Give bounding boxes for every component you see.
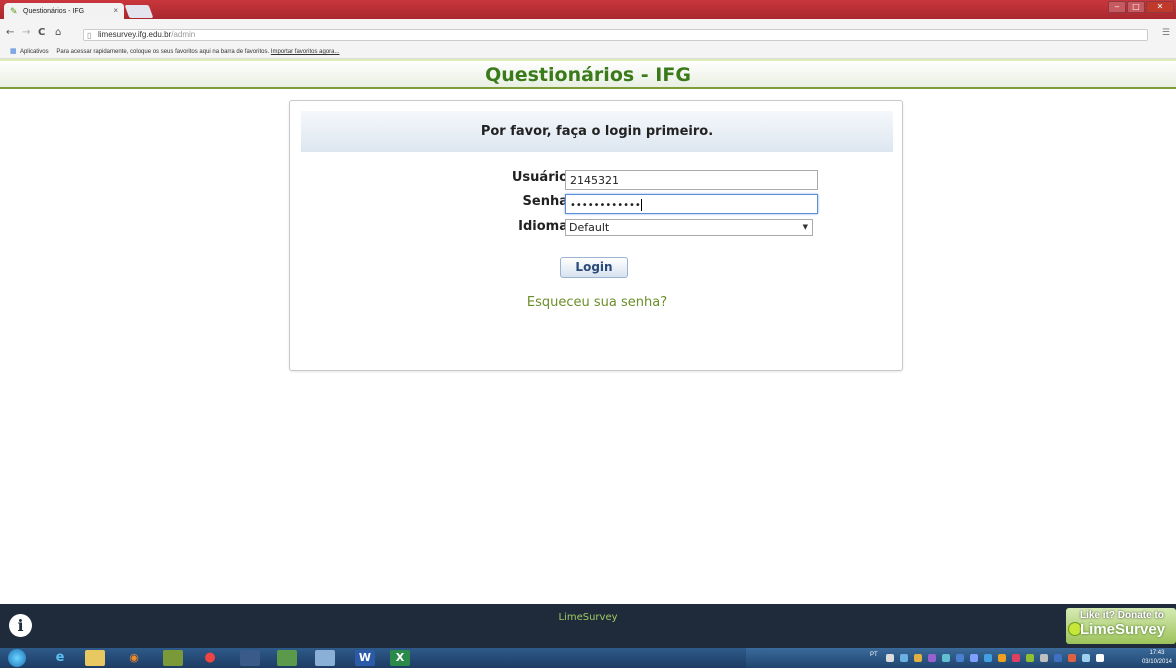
page-icon: ▯ (87, 31, 92, 40)
forgot-password-link[interactable]: Esqueceu sua senha? (290, 295, 904, 310)
close-tab-icon[interactable]: × (113, 6, 118, 15)
tray-icon-13[interactable] (1054, 654, 1062, 662)
window-controls: ‒ □ ✕ (1107, 1, 1174, 13)
username-label: Usuário (511, 170, 568, 185)
app-icon-7[interactable] (277, 650, 297, 666)
close-window-icon[interactable]: ✕ (1146, 1, 1174, 13)
maximize-icon[interactable]: □ (1127, 1, 1145, 13)
donate-line-1: Like it? Donate to (1080, 610, 1164, 621)
app-icon-6[interactable] (240, 650, 260, 666)
bookmarks-hint: Para acessar rapidamente, coloque os seu… (56, 49, 270, 55)
app-icon-8[interactable] (315, 650, 335, 666)
minimize-icon[interactable]: ‒ (1108, 1, 1126, 13)
browser-tab-strip: ✎ Questionários - IFG × ‒ □ ✕ (0, 0, 1176, 19)
language-row: Idioma Default ▼ (290, 219, 904, 239)
tray-icon-14[interactable] (1068, 654, 1076, 662)
tray-icon-9[interactable] (998, 654, 1006, 662)
back-icon[interactable]: ← (6, 27, 14, 38)
password-row: Senha •••••••••••• (290, 194, 904, 214)
password-label: Senha (522, 194, 568, 209)
tray-icon-1[interactable] (886, 654, 894, 662)
home-icon[interactable]: ⌂ (55, 27, 61, 38)
password-input[interactable]: •••••••••••• (565, 194, 818, 214)
tray-icon-11[interactable] (1026, 654, 1034, 662)
os-taskbar: e ◉ ● W X PT 17:43 03/10/2014 (0, 648, 1176, 668)
start-button-icon[interactable] (8, 649, 26, 667)
tray-icon-12[interactable] (1040, 654, 1048, 662)
login-panel: Por favor, faça o login primeiro. Usuári… (289, 100, 903, 371)
tray-icon-4[interactable] (928, 654, 936, 662)
password-masked-value: •••••••••••• (570, 200, 641, 211)
tray-icon-2[interactable] (900, 654, 908, 662)
limesurvey-favicon-icon: ✎ (10, 5, 18, 16)
excel-icon[interactable]: X (390, 650, 410, 666)
username-input[interactable]: 2145321 (565, 170, 818, 190)
media-player-icon[interactable]: ◉ (124, 650, 144, 666)
language-indicator[interactable]: PT (870, 652, 878, 658)
tray-icon-8[interactable] (984, 654, 992, 662)
browser-tab-title: Questionários - IFG (23, 7, 85, 15)
tray-icon-7[interactable] (970, 654, 978, 662)
tray-icon-5[interactable] (942, 654, 950, 662)
word-icon[interactable]: W (355, 650, 375, 666)
reload-icon[interactable]: C (38, 27, 45, 38)
login-heading: Por favor, faça o login primeiro. (301, 111, 893, 152)
text-caret (640, 199, 642, 211)
tray-icon-3[interactable] (914, 654, 922, 662)
volume-icon[interactable] (1096, 654, 1104, 662)
donate-line-2: LimeSurvey (1080, 621, 1166, 638)
page-footer: i LimeSurvey Like it? Donate to LimeSurv… (0, 604, 1176, 648)
tray-icon-10[interactable] (1012, 654, 1020, 662)
url-path: /admin (171, 30, 196, 39)
menu-icon[interactable]: ☰ (1162, 28, 1170, 38)
forward-icon[interactable]: → (22, 27, 30, 38)
bookmarks-bar: ▦ Aplicativos Para acessar rapidamente, … (0, 45, 1176, 59)
page-title: Questionários - IFG (485, 64, 691, 86)
file-explorer-icon[interactable] (85, 650, 105, 666)
language-selected-value: Default (569, 221, 610, 234)
browser-tab[interactable]: ✎ Questionários - IFG × (4, 3, 124, 19)
dropdown-arrow-icon: ▼ (802, 223, 808, 231)
login-button[interactable]: Login (560, 257, 628, 278)
tray-icon-6[interactable] (956, 654, 964, 662)
chrome-icon[interactable]: ● (200, 650, 220, 666)
import-bookmarks-link[interactable]: Importar favoritos agora... (271, 49, 340, 55)
clock-date: 03/10/2014 (1141, 659, 1172, 665)
language-label: Idioma (518, 219, 568, 234)
system-clock[interactable]: 17:43 03/10/2014 (1142, 649, 1172, 667)
app-icon-4[interactable] (163, 650, 183, 666)
language-select[interactable]: Default ▼ (565, 219, 813, 236)
clock-time: 17:43 (1149, 650, 1165, 656)
page-header: Questionários - IFG (0, 59, 1176, 89)
system-tray: PT 17:43 03/10/2014 (746, 648, 1176, 668)
apps-link[interactable]: Aplicativos (20, 49, 49, 55)
internet-explorer-icon[interactable]: e (50, 650, 70, 666)
url-field[interactable]: ▯ limesurvey.ifg.edu.br/admin (83, 29, 1148, 41)
limesurvey-footer-link[interactable]: LimeSurvey (0, 612, 1176, 623)
new-tab-button[interactable] (124, 5, 154, 18)
donate-banner[interactable]: Like it? Donate to LimeSurvey (1066, 608, 1176, 644)
url-host: limesurvey.ifg.edu.br (98, 30, 172, 39)
tray-icon-15[interactable] (1082, 654, 1090, 662)
apps-grid-icon[interactable]: ▦ (10, 48, 17, 55)
username-row: Usuário 2145321 (290, 170, 904, 190)
